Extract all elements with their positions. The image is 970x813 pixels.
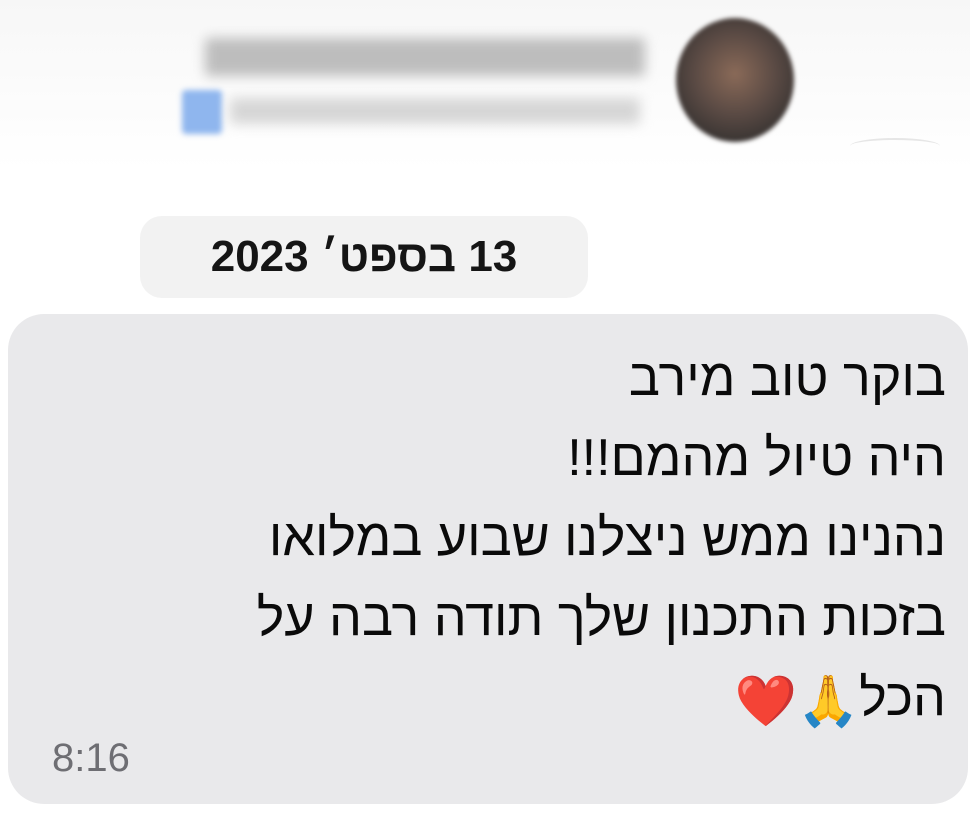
message-bubble[interactable]: בוקר טוב מירב היה טיול מהמם!!! נהנינו ממ… (8, 314, 968, 804)
chat-header (0, 0, 970, 170)
message-line: נהנינו ממש ניצלנו שבוע במלואו (268, 509, 946, 567)
header-divider (850, 138, 940, 154)
contact-name-redacted[interactable] (205, 38, 645, 76)
message-line-last: הכל🙏❤️ (46, 658, 946, 741)
date-separator-label: 13 בספט׳ 2023 (210, 232, 518, 281)
message-line: היה טיול מהמם!!! (567, 429, 946, 487)
message-last-words: הכל (859, 669, 946, 727)
verified-badge-icon (182, 90, 222, 134)
message-timestamp: 8:16 (52, 736, 130, 780)
folded-hands-emoji-icon: 🙏 (796, 673, 860, 730)
date-separator: 13 בספט׳ 2023 (140, 216, 588, 298)
message-text: בוקר טוב מירב היה טיול מהמם!!! נהנינו ממ… (46, 338, 946, 741)
message-line: בוקר טוב מירב (628, 349, 946, 407)
message-line: בזכות התכנון שלך תודה רבה על (256, 589, 946, 647)
avatar[interactable] (676, 18, 794, 142)
red-heart-emoji-icon: ❤️ (734, 673, 797, 730)
contact-subtitle-redacted (230, 98, 640, 124)
